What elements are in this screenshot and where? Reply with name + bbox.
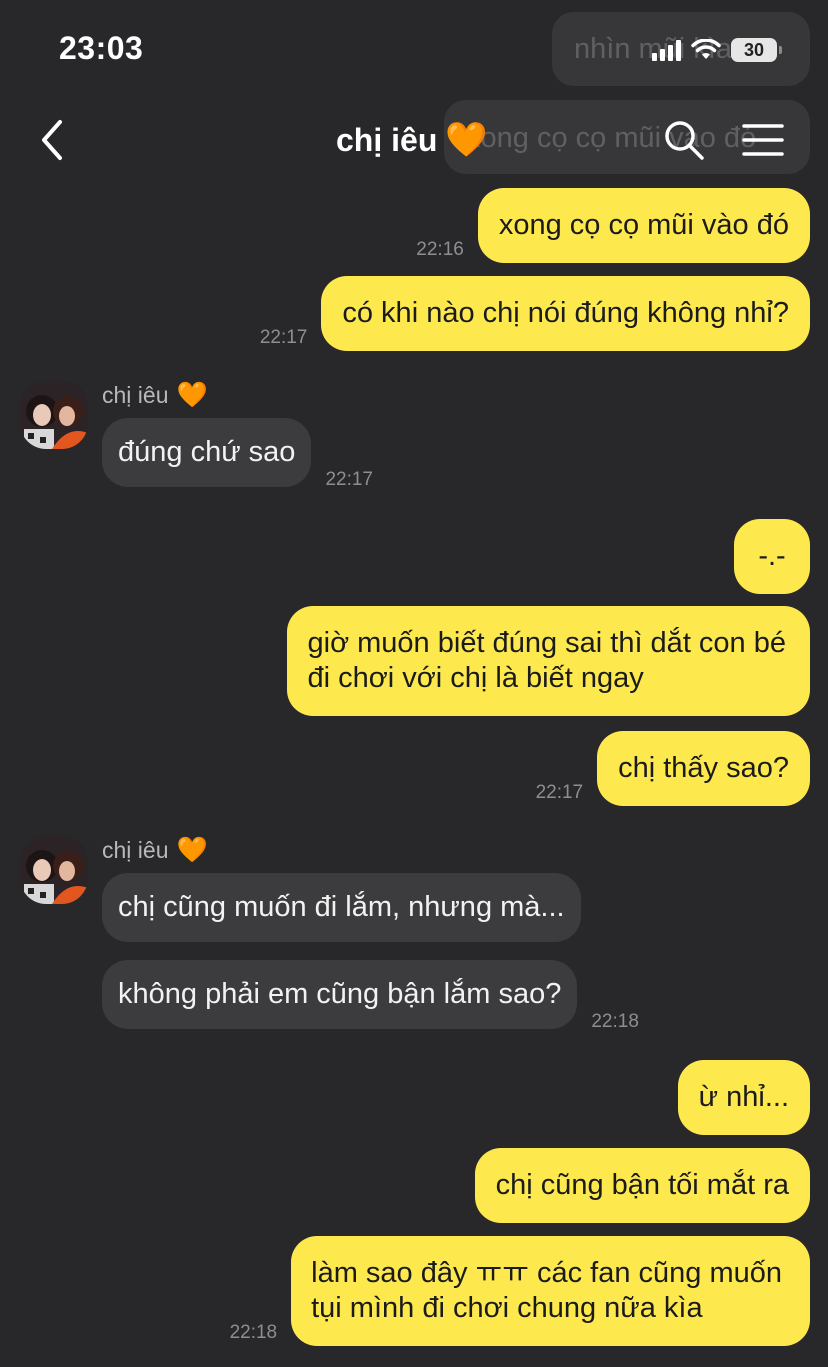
message-time: 22:17 bbox=[259, 327, 308, 348]
message-text-line: giờ muốn biết đúng sai thì dắt con bé bbox=[307, 627, 787, 659]
chat-title: chị iêu 🧡 bbox=[336, 120, 488, 160]
message-time: 22:17 bbox=[325, 469, 373, 490]
message-time: 22:18 bbox=[591, 1011, 639, 1032]
chat-header: xong cọ cọ mũi vào đó chị iêu 🧡 bbox=[0, 100, 828, 180]
message-text: chị cũng muốn đi lắm, nhưng mà... bbox=[118, 891, 565, 923]
hamburger-menu-icon bbox=[742, 124, 784, 156]
sender-name-text: chị iêu bbox=[102, 837, 169, 863]
message-text: -.- bbox=[758, 540, 786, 572]
menu-button[interactable] bbox=[742, 122, 784, 158]
contact-avatar[interactable] bbox=[20, 381, 88, 449]
message-row-incoming: đúng chứ sao 22:17 bbox=[102, 418, 373, 490]
message-text-line: tụi mình đi chơi chung nữa kìa bbox=[311, 1292, 703, 1324]
orange-heart-icon: 🧡 bbox=[176, 836, 208, 864]
outgoing-message-bubble[interactable]: ừ nhỉ... bbox=[677, 1060, 810, 1135]
message-text: có khi nào chị nói đúng không nhỉ? bbox=[342, 297, 789, 329]
message-text: không phải em cũng bận lắm sao? bbox=[118, 978, 562, 1010]
avatar-photo bbox=[20, 381, 88, 449]
message-row-incoming: không phải em cũng bận lắm sao? 22:18 bbox=[102, 960, 639, 1032]
message-text: ừ nhỉ... bbox=[698, 1081, 789, 1113]
status-time: 23:03 bbox=[59, 30, 144, 66]
search-button[interactable] bbox=[662, 118, 706, 162]
sender-name: chị iêu 🧡 bbox=[102, 836, 208, 865]
avatar-photo bbox=[20, 836, 88, 904]
chat-title-text: chị iêu bbox=[336, 121, 438, 158]
cellular-signal-icon bbox=[652, 39, 681, 61]
outgoing-message-bubble[interactable]: có khi nào chị nói đúng không nhỉ? bbox=[321, 276, 810, 351]
outgoing-message-bubble[interactable]: -.- bbox=[734, 519, 810, 594]
message-row-outgoing: -.- bbox=[734, 519, 810, 594]
outgoing-message-bubble[interactable]: làm sao đây ㅠㅠ các fan cũng muốn tụi mìn… bbox=[291, 1236, 810, 1346]
message-text: xong cọ cọ mũi vào đó bbox=[498, 209, 789, 241]
message-row-outgoing: chị cũng bận tối mắt ra bbox=[474, 1148, 810, 1223]
message-time: 22:17 bbox=[535, 782, 584, 803]
message-time: 22:16 bbox=[416, 239, 464, 260]
message-row-outgoing: 22:18 làm sao đây ㅠㅠ các fan cũng muốn t… bbox=[230, 1236, 810, 1346]
status-icons: 30 bbox=[652, 36, 782, 64]
message-time: 22:18 bbox=[229, 1322, 278, 1343]
battery-indicator: 30 bbox=[731, 38, 782, 62]
message-text-line: làm sao đây ㅠㅠ các fan cũng muốn bbox=[311, 1257, 782, 1289]
message-row-outgoing: ừ nhỉ... bbox=[677, 1060, 810, 1135]
message-row-outgoing: 22:16 xong cọ cọ mũi vào đó bbox=[416, 188, 810, 263]
outgoing-message-bubble[interactable]: chị cũng bận tối mắt ra bbox=[474, 1148, 810, 1223]
outgoing-message-bubble[interactable]: giờ muốn biết đúng sai thì dắt con bé đi… bbox=[286, 606, 810, 716]
orange-heart-icon: 🧡 bbox=[445, 121, 488, 159]
incoming-message-bubble[interactable]: chị cũng muốn đi lắm, nhưng mà... bbox=[102, 873, 581, 942]
incoming-message-bubble[interactable]: đúng chứ sao bbox=[102, 418, 312, 487]
message-text: đúng chứ sao bbox=[118, 436, 296, 468]
message-row-incoming: chị cũng muốn đi lắm, nhưng mà... bbox=[102, 873, 581, 942]
message-text-line: đi chơi với chị là biết ngay bbox=[307, 662, 644, 694]
wifi-icon bbox=[691, 39, 721, 59]
sender-name-text: chị iêu bbox=[102, 382, 169, 408]
message-row-outgoing: 22:17 có khi nào chị nói đúng không nhỉ? bbox=[260, 276, 810, 351]
message-row-outgoing: 22:17 chị thấy sao? bbox=[536, 731, 810, 806]
orange-heart-icon: 🧡 bbox=[176, 381, 208, 409]
message-text: chị thấy sao? bbox=[618, 752, 789, 784]
message-row-outgoing: giờ muốn biết đúng sai thì dắt con bé đi… bbox=[286, 606, 810, 716]
sender-name: chị iêu 🧡 bbox=[102, 381, 208, 410]
search-icon bbox=[665, 121, 704, 160]
outgoing-message-bubble[interactable]: chị thấy sao? bbox=[597, 731, 810, 806]
incoming-message-bubble[interactable]: không phải em cũng bận lắm sao? bbox=[102, 960, 578, 1029]
outgoing-message-bubble[interactable]: xong cọ cọ mũi vào đó bbox=[477, 188, 810, 263]
chevron-left-icon bbox=[42, 120, 62, 160]
back-button[interactable] bbox=[32, 118, 76, 162]
contact-avatar[interactable] bbox=[20, 836, 88, 904]
message-text: chị cũng bận tối mắt ra bbox=[495, 1169, 789, 1201]
status-bar: nhìn mũi kìa 23:03 30 bbox=[0, 0, 828, 100]
